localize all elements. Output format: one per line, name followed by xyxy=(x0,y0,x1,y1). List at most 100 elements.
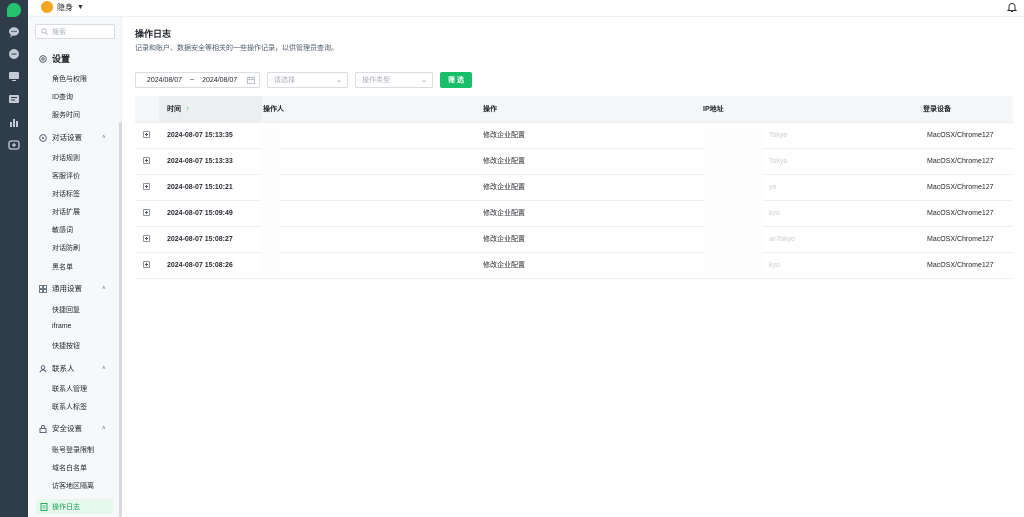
cell-expand[interactable] xyxy=(135,200,159,227)
sidebar-scrollbar[interactable] xyxy=(119,122,122,517)
date-start: 2024/08/07 xyxy=(147,76,183,84)
cell-time: 2024-08-07 15:13:35 xyxy=(159,122,262,149)
sidebar-item-domain-whitelist[interactable]: 域名白名单 xyxy=(52,463,87,473)
sidebar-item-operation-log[interactable]: 操作日志 xyxy=(36,499,113,514)
sidebar-item-roles[interactable]: 角色与权限 xyxy=(52,74,87,84)
cell-expand[interactable] xyxy=(135,174,159,201)
cell-device: MacOSX/Chrome127 xyxy=(922,122,1013,149)
header-time[interactable]: 时间 ↑ xyxy=(159,96,262,123)
sidebar-item-chat-tags[interactable]: 对话标签 xyxy=(52,189,80,199)
sidebar-item-quick-buttons[interactable]: 快捷按钮 xyxy=(52,341,80,351)
sidebar-item-login-restriction[interactable]: 账号登录限制 xyxy=(52,445,94,455)
cell-time: 2024-08-07 15:08:26 xyxy=(159,252,262,279)
cell-operator xyxy=(262,122,482,149)
section-contacts[interactable]: 联系人 ˄ xyxy=(39,363,106,374)
date-separator: ~ xyxy=(190,76,195,84)
sidebar-item-iframe[interactable]: iframe xyxy=(52,323,71,330)
expand-icon[interactable] xyxy=(143,131,150,139)
message-icon[interactable] xyxy=(7,48,21,62)
grid-icon xyxy=(39,284,47,293)
workspace-switcher[interactable]: 隐身 ▼ xyxy=(41,0,84,14)
tv-icon[interactable] xyxy=(7,70,21,84)
app-rail xyxy=(0,0,28,517)
sidebar-item-service-hours[interactable]: 服务时间 xyxy=(52,110,80,120)
search-icon xyxy=(41,28,48,35)
sidebar-item-quick-reply[interactable]: 快捷回复 xyxy=(52,305,80,315)
section-title: 安全设置 xyxy=(52,424,82,433)
search-placeholder: 搜索 xyxy=(52,28,66,36)
cell-time: 2024-08-07 15:10:21 xyxy=(159,174,262,201)
sidebar-item-contact-tags[interactable]: 联系人标签 xyxy=(52,402,87,412)
cell-time: 2024-08-07 15:13:33 xyxy=(159,148,262,175)
chevron-up-icon: ˄ xyxy=(102,285,106,292)
workspace-name: 隐身 xyxy=(57,2,73,12)
header-device: 登录设备 xyxy=(922,96,1013,123)
settings-sidebar: 搜索 设置 角色与权限 ID查询 服务时间 对话设置 ˄ 对话规则 客服评价 对… xyxy=(28,17,122,517)
caret-down-icon: ▼ xyxy=(77,3,84,11)
cell-operator: 冬 xyxy=(262,200,482,227)
cell-operator xyxy=(262,148,482,175)
document-icon xyxy=(40,502,48,511)
sidebar-item-sensitive-words[interactable]: 敏感词 xyxy=(52,225,73,235)
cell-device: MacOSX/Chrome127 xyxy=(922,226,1013,253)
expand-icon[interactable] xyxy=(143,183,150,191)
cell-expand[interactable] xyxy=(135,252,159,279)
cell-action: 修改企业配置 xyxy=(482,174,702,201)
chat-icon[interactable] xyxy=(7,26,21,40)
cell-operator xyxy=(262,252,482,279)
date-end: 2024/08/07 xyxy=(202,76,238,84)
section-chat-settings[interactable]: 对话设置 ˄ xyxy=(39,132,106,143)
cell-operator: 冬 xyxy=(262,226,482,253)
settings-plus-icon[interactable] xyxy=(7,139,21,153)
sidebar-item-blacklist[interactable]: 黑名单 xyxy=(52,262,73,272)
cell-action: 修改企业配置 xyxy=(482,200,702,227)
cell-time: 2024-08-07 15:09:49 xyxy=(159,200,262,227)
expand-icon[interactable] xyxy=(143,235,150,243)
cell-operator: 冬 xyxy=(262,174,482,201)
filter-button[interactable]: 筛 选 xyxy=(440,72,472,88)
header-time-label: 时间 xyxy=(167,105,181,113)
section-security-settings[interactable]: 安全设置 ˄ xyxy=(39,423,106,434)
cell-action: 修改企业配置 xyxy=(482,226,702,253)
table-header-row: 时间 ↑ 操作人 操作 IP地址 登录设备 xyxy=(135,96,1013,123)
section-general-settings[interactable]: 通用设置 ˄ xyxy=(39,283,106,294)
expand-icon[interactable] xyxy=(143,157,150,165)
sort-up-icon[interactable]: ↑ xyxy=(186,106,190,113)
cell-expand[interactable] xyxy=(135,148,159,175)
chevron-up-icon: ˄ xyxy=(102,365,106,372)
sidebar-item-chat-rules[interactable]: 对话规则 xyxy=(52,153,80,163)
expand-icon[interactable] xyxy=(143,261,150,269)
sidebar-item-visitor-region[interactable]: 访客地区隔离 xyxy=(52,481,94,491)
section-title: 对话设置 xyxy=(52,133,82,142)
cell-action: 修改企业配置 xyxy=(482,252,702,279)
sidebar-item-agent-rating[interactable]: 客服评价 xyxy=(52,171,80,181)
person-icon xyxy=(39,364,47,373)
logo-icon xyxy=(7,3,21,17)
search-input[interactable]: 搜索 xyxy=(35,24,115,39)
cell-device: MacOSX/Chrome127 xyxy=(922,174,1013,201)
operation-type-select[interactable]: 操作类型 ⌄ xyxy=(355,72,433,88)
operator-select[interactable]: 请选择 ⌄ xyxy=(267,72,348,88)
cell-expand[interactable] xyxy=(135,122,159,149)
sidebar-item-anti-spam[interactable]: 对话防刷 xyxy=(52,243,80,253)
type-placeholder: 操作类型 xyxy=(362,77,390,84)
cell-expand[interactable] xyxy=(135,226,159,253)
top-bar: 隐身 ▼ xyxy=(28,0,1024,17)
settings-title: 设置 xyxy=(52,54,71,64)
stats-icon[interactable] xyxy=(7,116,21,130)
sidebar-item-contact-management[interactable]: 联系人管理 xyxy=(52,384,87,394)
cell-device: MacOSX/Chrome127 xyxy=(922,200,1013,227)
section-title: 通用设置 xyxy=(52,284,82,293)
chat-settings-icon xyxy=(39,133,47,142)
cell-time: 2024-08-07 15:08:27 xyxy=(159,226,262,253)
chevron-up-icon: ˄ xyxy=(102,425,106,432)
header-ip: IP地址 xyxy=(702,96,922,123)
expand-icon[interactable] xyxy=(143,209,150,217)
bell-icon[interactable] xyxy=(1006,0,1018,12)
contact-card-icon[interactable] xyxy=(7,93,21,107)
redaction-mark xyxy=(261,128,279,272)
sidebar-item-chat-extension[interactable]: 对话扩展 xyxy=(52,207,80,217)
date-range-picker[interactable]: 2024/08/07 ~ 2024/08/07 xyxy=(135,72,260,88)
page-title: 操作日志 xyxy=(135,29,172,39)
sidebar-item-id-query[interactable]: ID查询 xyxy=(52,92,73,102)
